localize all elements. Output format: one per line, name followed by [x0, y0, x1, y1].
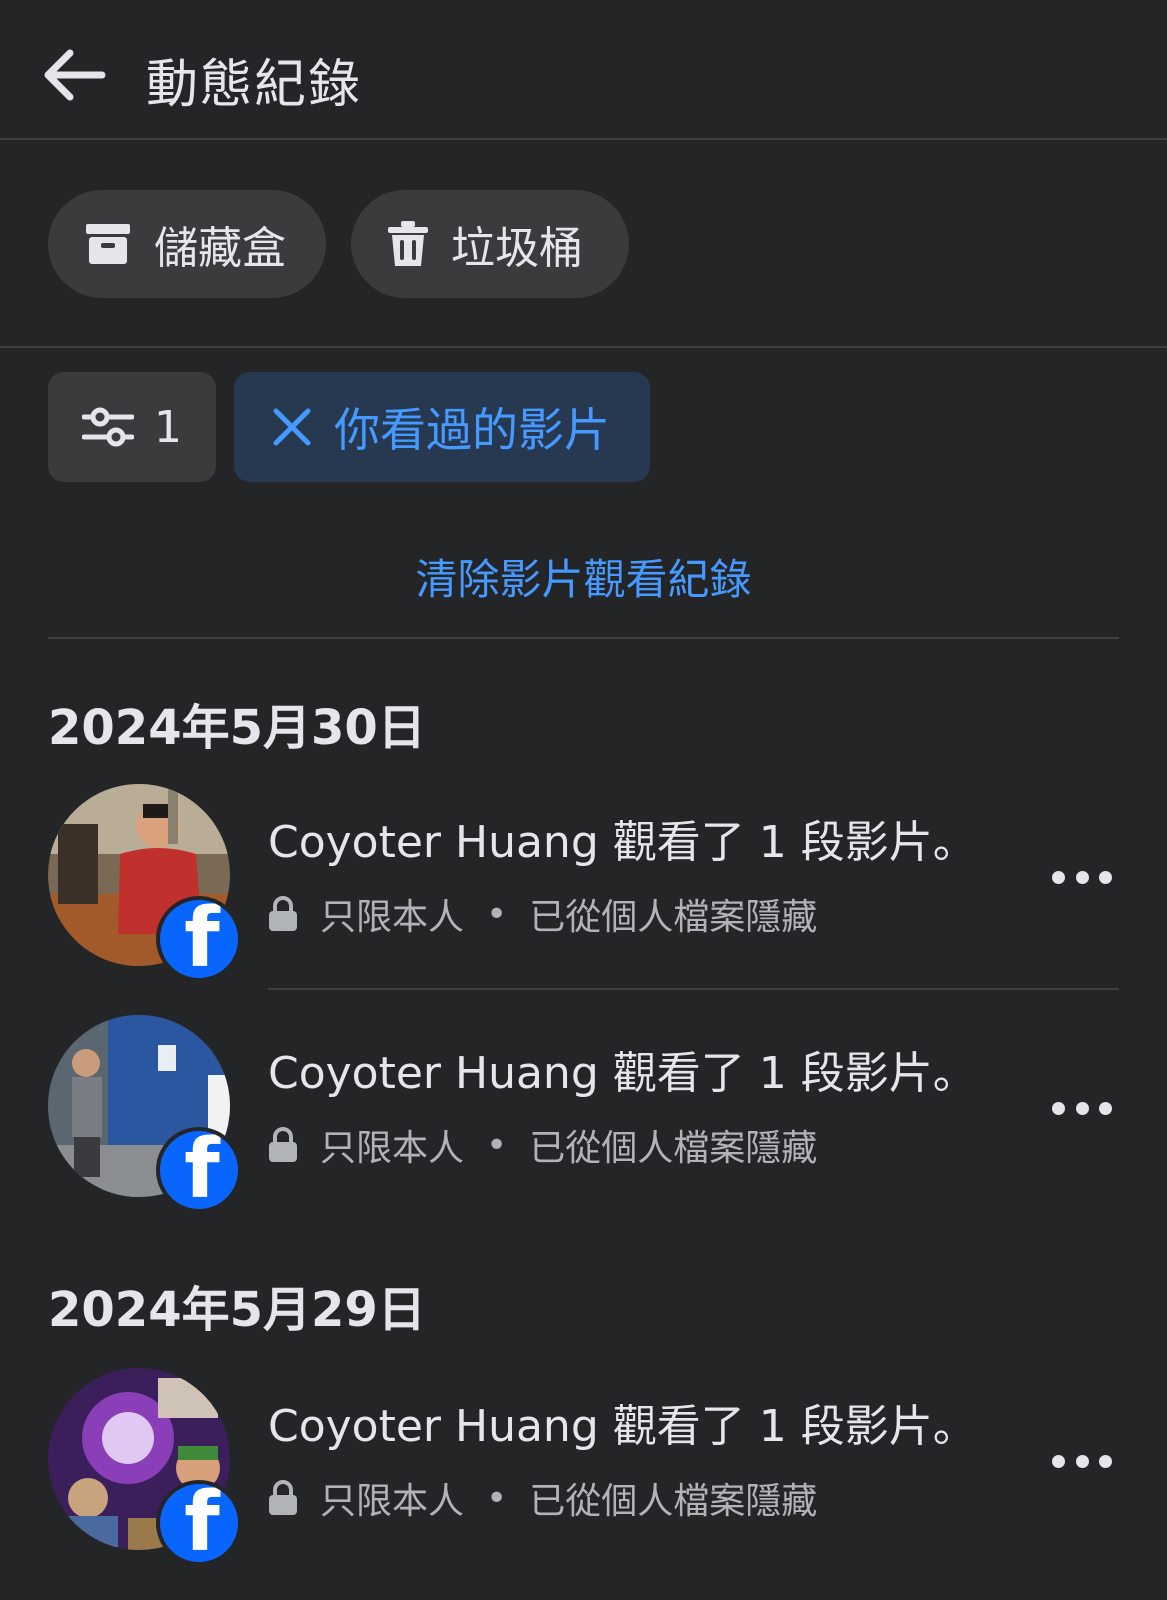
status-label: 已從個人檔案隱藏: [529, 1481, 818, 1522]
trash-label: 垃圾桶: [451, 223, 583, 274]
divider: [268, 988, 1119, 990]
filter-count: 1: [154, 401, 182, 453]
trash-can-icon: [388, 221, 428, 266]
close-x-icon[interactable]: [272, 407, 312, 447]
list-item[interactable]: f Coyoter Huang 觀看了 1 段影片。 只限本人 • 已從個人檔案…: [0, 784, 1167, 984]
filter-sliders-icon: [82, 407, 134, 447]
avatar: f: [48, 784, 244, 982]
filter-settings-button[interactable]: 1: [48, 372, 216, 482]
list-item[interactable]: f Coyoter Huang 觀看了 1 段影片。 只限本人 • 已從個人檔案…: [0, 1015, 1167, 1215]
top-bar: 動態紀錄: [0, 0, 1167, 140]
entry-meta: 只限本人 • 已從個人檔案隱藏: [268, 888, 817, 940]
active-filter-label: 你看過的影片: [334, 403, 610, 457]
active-filter-chip[interactable]: 你看過的影片: [234, 372, 650, 482]
back-button[interactable]: [38, 40, 108, 110]
meta-separator: •: [486, 1124, 508, 1166]
meta-separator: •: [486, 1477, 508, 1519]
more-options-button[interactable]: [1052, 862, 1112, 892]
lock-icon: [268, 1127, 298, 1163]
divider: [48, 637, 1119, 639]
trash-button[interactable]: 垃圾桶: [351, 190, 629, 298]
entry-title: Coyoter Huang 觀看了 1 段影片。: [268, 1048, 977, 1099]
more-options-button[interactable]: [1052, 1093, 1112, 1123]
avatar: f: [48, 1015, 244, 1213]
facebook-logo-icon: f: [156, 1480, 242, 1566]
meta-separator: •: [486, 893, 508, 935]
archive-box-icon: [86, 224, 130, 264]
date-heading: 2024年5月29日: [48, 1282, 426, 1338]
avatar: f: [48, 1368, 244, 1566]
date-heading: 2024年5月30日: [48, 700, 426, 756]
more-options-button[interactable]: [1052, 1446, 1112, 1476]
page-title: 動態紀錄: [146, 55, 363, 115]
archive-label: 儲藏盒: [154, 223, 286, 274]
archive-button[interactable]: 儲藏盒: [48, 190, 326, 298]
entry-meta: 只限本人 • 已從個人檔案隱藏: [268, 1119, 817, 1171]
facebook-logo-icon: f: [156, 1127, 242, 1213]
privacy-label: 只限本人: [320, 1128, 465, 1169]
list-item[interactable]: f Coyoter Huang 觀看了 1 段影片。 只限本人 • 已從個人檔案…: [0, 1368, 1167, 1568]
entry-title: Coyoter Huang 觀看了 1 段影片。: [268, 817, 977, 868]
privacy-label: 只限本人: [320, 1481, 465, 1522]
lock-icon: [268, 1480, 298, 1516]
filter-row: 1 你看過的影片: [0, 372, 1167, 482]
entry-title: Coyoter Huang 觀看了 1 段影片。: [268, 1401, 977, 1452]
arrow-left-icon: [44, 49, 106, 101]
clear-history-link[interactable]: 清除影片觀看紀錄: [0, 546, 1167, 607]
status-label: 已從個人檔案隱藏: [529, 897, 818, 938]
status-label: 已從個人檔案隱藏: [529, 1128, 818, 1169]
action-row: 儲藏盒 垃圾桶: [0, 140, 1167, 348]
privacy-label: 只限本人: [320, 897, 465, 938]
entry-meta: 只限本人 • 已從個人檔案隱藏: [268, 1472, 817, 1524]
lock-icon: [268, 896, 298, 932]
facebook-logo-icon: f: [156, 896, 242, 982]
